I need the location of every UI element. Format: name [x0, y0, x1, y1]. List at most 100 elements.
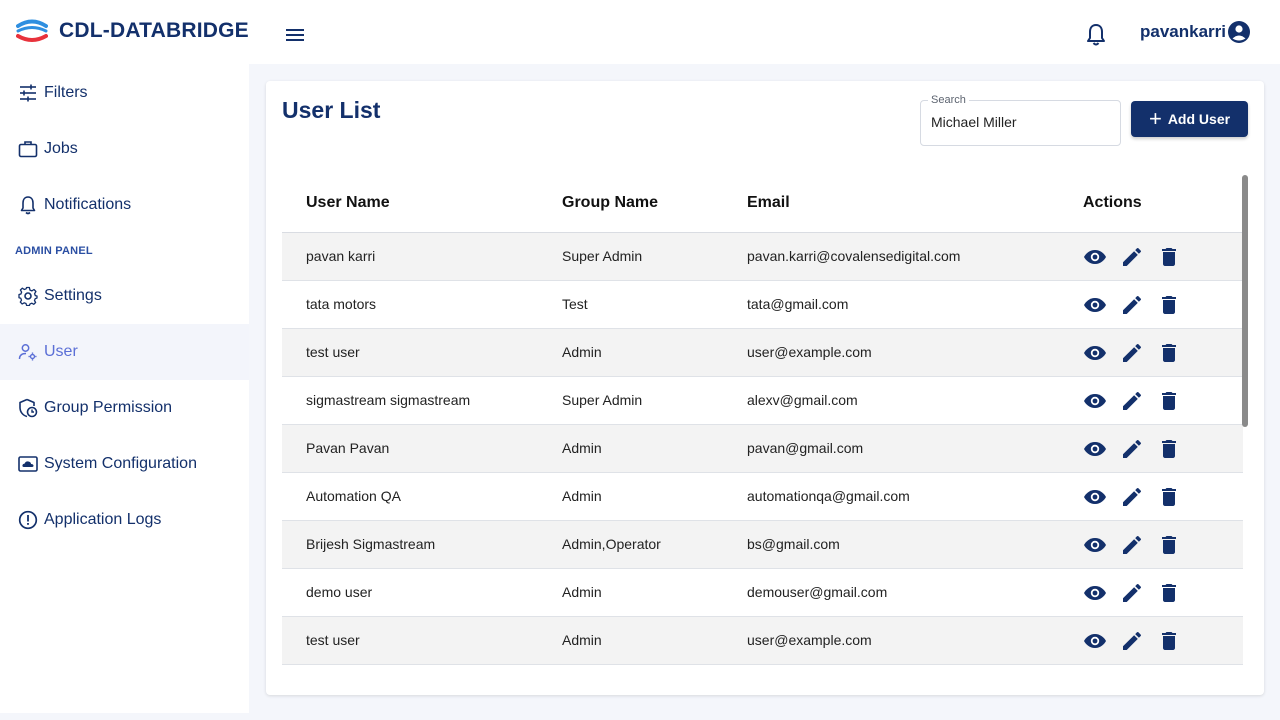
column-header-email[interactable]: Email: [747, 175, 1083, 233]
databridge-logo-icon: [16, 19, 48, 42]
edit-icon[interactable]: [1120, 629, 1144, 653]
cell-email: pavan.karri@covalensedigital.com: [747, 232, 1083, 281]
cell-user-name: demo user: [282, 568, 562, 617]
cell-actions: [1083, 520, 1243, 569]
view-icon[interactable]: [1083, 533, 1107, 557]
table-row[interactable]: Brijesh Sigmastream Admin,Operator bs@gmai…: [282, 520, 1243, 569]
cell-group-name: Super Admin: [562, 376, 747, 425]
cell-group-name: Admin: [562, 472, 747, 521]
sidebar-item-filters[interactable]: Filters: [0, 65, 249, 121]
sidebar-item-user[interactable]: User: [0, 324, 249, 380]
sidebar-item-label: Application Logs: [44, 511, 162, 528]
view-icon[interactable]: [1083, 437, 1107, 461]
user-table-container: User Name Group Name Email Actions pavan…: [282, 175, 1243, 680]
cell-user-name: Pavan Pavan: [282, 424, 562, 473]
cell-actions: [1083, 616, 1243, 665]
cell-group-name: Super Admin: [562, 232, 747, 281]
sidebar-item-label: Notifications: [44, 196, 132, 213]
delete-icon[interactable]: [1157, 533, 1181, 557]
briefcase-icon: [17, 138, 39, 160]
delete-icon[interactable]: [1157, 389, 1181, 413]
view-icon[interactable]: [1083, 293, 1107, 317]
edit-icon[interactable]: [1120, 437, 1144, 461]
sidebar: Filters Jobs Notifications ADMIN PANEL S…: [0, 64, 249, 713]
sidebar-item-group-permission[interactable]: Group Permission: [0, 380, 249, 436]
bell-icon: [17, 194, 39, 216]
view-icon[interactable]: [1083, 245, 1107, 269]
hamburger-menu-icon[interactable]: [284, 24, 306, 46]
shield-clock-icon: [17, 397, 39, 419]
cell-group-name: Admin: [562, 568, 747, 617]
cell-user-name: sigmastream sigmastream: [282, 376, 562, 425]
edit-icon[interactable]: [1120, 389, 1144, 413]
edit-icon[interactable]: [1120, 485, 1144, 509]
cell-email: bs@gmail.com: [747, 520, 1083, 569]
column-header-user-name[interactable]: User Name: [282, 175, 562, 233]
view-icon[interactable]: [1083, 581, 1107, 605]
table-row[interactable]: pavan karri Super Admin pavan.karri@covale…: [282, 232, 1243, 281]
table-row[interactable]: test user Admin user@example.com: [282, 616, 1243, 665]
sidebar-item-system-configuration[interactable]: System Configuration: [0, 436, 249, 492]
cell-actions: [1083, 376, 1243, 425]
user-menu[interactable]: pavankarri: [1140, 20, 1251, 44]
cell-actions: [1083, 280, 1243, 329]
delete-icon[interactable]: [1157, 341, 1181, 365]
view-icon[interactable]: [1083, 341, 1107, 365]
search-input[interactable]: [931, 114, 1111, 130]
cell-email: pavan@gmail.com: [747, 424, 1083, 473]
table-row[interactable]: demo user Admin demouser@gmail.com: [282, 568, 1243, 617]
username: pavankarri: [1140, 22, 1226, 41]
view-icon[interactable]: [1083, 629, 1107, 653]
view-icon[interactable]: [1083, 485, 1107, 509]
table-row[interactable]: sigmastream sigmastream Super Admin alexv@…: [282, 376, 1243, 425]
edit-icon[interactable]: [1120, 581, 1144, 605]
sidebar-item-application-logs[interactable]: Application Logs: [0, 492, 249, 548]
add-user-button[interactable]: + Add User: [1131, 101, 1248, 137]
delete-icon[interactable]: [1157, 581, 1181, 605]
table-row[interactable]: tata motors Test tata@gmail.com: [282, 280, 1243, 329]
sidebar-item-notifications[interactable]: Notifications: [0, 177, 249, 233]
delete-icon[interactable]: [1157, 629, 1181, 653]
edit-icon[interactable]: [1120, 293, 1144, 317]
brand[interactable]: CDL-DATABRIDGE: [16, 18, 249, 44]
table-row[interactable]: Automation QA Admin automationqa@gmail.com: [282, 472, 1243, 521]
account-circle-icon: [1228, 21, 1250, 43]
cell-group-name: Admin: [562, 616, 747, 665]
view-icon[interactable]: [1083, 389, 1107, 413]
sidebar-item-label: System Configuration: [44, 455, 197, 472]
user-list-card: User List Search + Add User User Name Gr…: [266, 81, 1264, 695]
sidebar-item-settings[interactable]: Settings: [0, 268, 249, 324]
delete-icon[interactable]: [1157, 437, 1181, 461]
cell-group-name: Test: [562, 280, 747, 329]
sidebar-item-jobs[interactable]: Jobs: [0, 121, 249, 177]
table-row[interactable]: test user Admin user@example.com: [282, 328, 1243, 377]
notifications-bell-icon[interactable]: [1085, 23, 1107, 47]
cell-email: user@example.com: [747, 616, 1083, 665]
user-table: User Name Group Name Email Actions pavan…: [282, 175, 1243, 665]
edit-icon[interactable]: [1120, 341, 1144, 365]
cell-email: automationqa@gmail.com: [747, 472, 1083, 521]
alert-circle-icon: [17, 509, 39, 531]
search-field[interactable]: Search: [920, 94, 1121, 146]
cell-user-name: Brijesh Sigmastream: [282, 520, 562, 569]
cell-actions: [1083, 472, 1243, 521]
sidebar-item-label: Group Permission: [44, 399, 173, 416]
cell-user-name: tata motors: [282, 280, 562, 329]
edit-icon[interactable]: [1120, 245, 1144, 269]
delete-icon[interactable]: [1157, 293, 1181, 317]
delete-icon[interactable]: [1157, 485, 1181, 509]
scrollbar-thumb[interactable]: [1242, 175, 1248, 427]
admin-panel-heading: ADMIN PANEL: [15, 245, 93, 257]
column-header-group-name[interactable]: Group Name: [562, 175, 747, 233]
gear-icon: [17, 285, 39, 307]
cell-email: user@example.com: [747, 328, 1083, 377]
cell-user-name: test user: [282, 328, 562, 377]
app-title: CDL-DATABRIDGE: [59, 19, 249, 42]
cell-email: demouser@gmail.com: [747, 568, 1083, 617]
cell-email: tata@gmail.com: [747, 280, 1083, 329]
cloud-window-icon: [17, 453, 39, 475]
table-row[interactable]: Pavan Pavan Admin pavan@gmail.com: [282, 424, 1243, 473]
edit-icon[interactable]: [1120, 533, 1144, 557]
delete-icon[interactable]: [1157, 245, 1181, 269]
cell-group-name: Admin: [562, 328, 747, 377]
